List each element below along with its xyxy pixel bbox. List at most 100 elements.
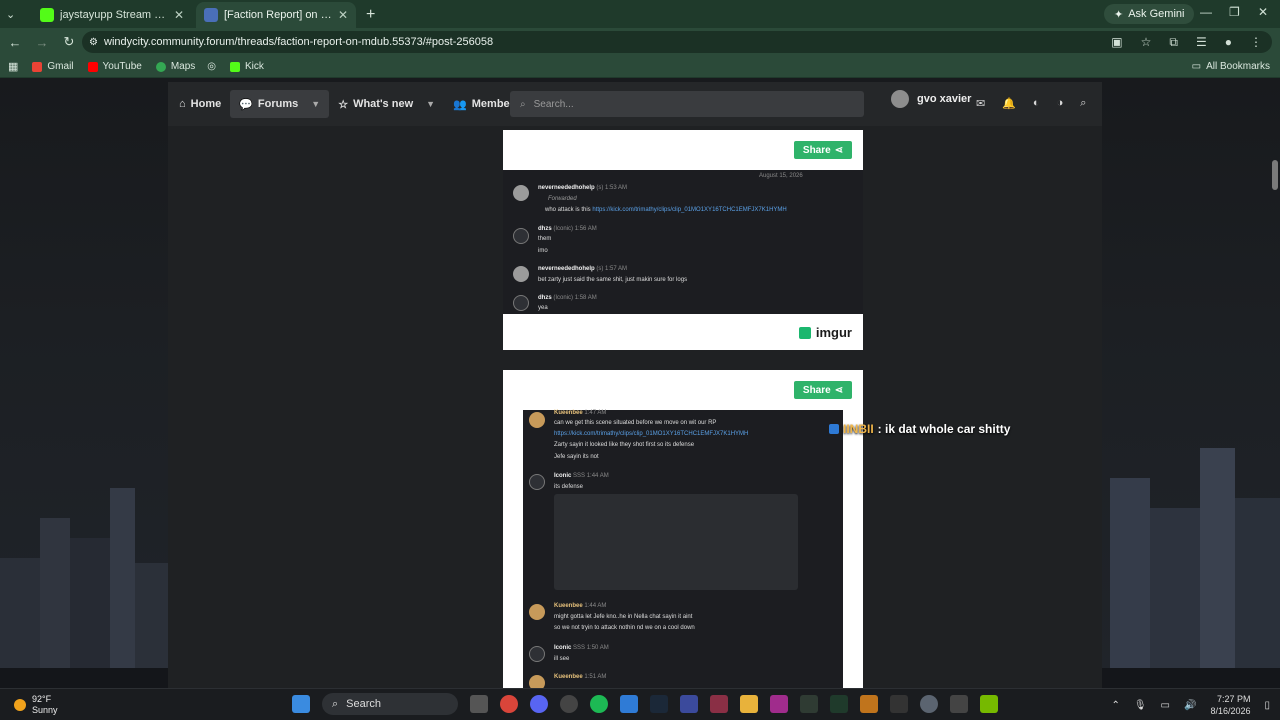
app-icon[interactable] (830, 695, 848, 713)
media-icon[interactable]: ☰ (1196, 35, 1207, 50)
badge-icon (829, 424, 839, 434)
app-icon[interactable] (890, 695, 908, 713)
tab-title: jaystayupp Stream - Watch Live (60, 9, 168, 21)
bookmark-youtube[interactable]: YouTube (87, 61, 142, 72)
gemini-icon: ✦ (1114, 8, 1124, 21)
close-window-icon[interactable]: ✕ (1258, 5, 1268, 19)
settings-icon[interactable] (920, 695, 938, 713)
nvidia-icon[interactable] (980, 695, 998, 713)
chat-username: IINBII (843, 422, 874, 436)
bookmark-label: Maps (170, 61, 196, 72)
username: gvo xavier (917, 93, 972, 105)
forward-icon[interactable]: → (30, 35, 54, 50)
chrome-icon[interactable] (500, 695, 518, 713)
message-text: can we get this scene situated before we… (554, 420, 717, 426)
avatar (529, 474, 545, 490)
app-icon[interactable] (770, 695, 788, 713)
weather-widget[interactable]: 92°F Sunny (14, 694, 58, 716)
start-icon[interactable] (292, 695, 310, 713)
network-icon[interactable]: ▭ (1161, 700, 1170, 711)
app-icon[interactable] (680, 695, 698, 713)
message-text: who attack is this https://kick.com/trim… (545, 207, 787, 213)
share-label: Share (802, 384, 831, 396)
bell-icon[interactable]: 🔔 (1002, 97, 1016, 110)
bookmark-star-icon[interactable]: ☆ (1141, 35, 1152, 50)
scrollbar[interactable] (1272, 160, 1278, 190)
close-tab-icon[interactable]: ✕ (338, 8, 348, 22)
extensions-icon[interactable]: ⧉ (1169, 35, 1178, 50)
photos-icon[interactable] (620, 695, 638, 713)
forum-search-input[interactable]: ⌕ Search... (510, 91, 864, 117)
user-menu[interactable]: gvo xavier (891, 90, 971, 108)
theme-icon[interactable]: ◑ (1057, 97, 1064, 110)
timestamp: 1:44 AM (584, 603, 607, 609)
site-info-icon[interactable]: ⚙ (89, 37, 98, 48)
apps-grid-icon[interactable]: ▦ (8, 60, 18, 73)
members-icon: 👥 (453, 98, 467, 111)
bookmark-gmail[interactable]: Gmail (32, 61, 74, 72)
new-tab-button[interactable]: + (356, 6, 385, 28)
author: dhzs (538, 226, 552, 232)
task-view-icon[interactable] (470, 695, 488, 713)
notification-icon[interactable]: ▯ (1264, 700, 1270, 711)
search-icon: ⌕ (332, 697, 339, 710)
page-viewport: ⌂ Home 💬 Forums ▼ ☆ What's new ▼ 👥 Membe… (0, 78, 1280, 688)
forum-navbar: ⌂ Home 💬 Forums ▼ ☆ What's new ▼ 👥 Membe… (168, 82, 1102, 126)
nav-whats-new-label: What's new (353, 98, 414, 110)
tab-strip: ⌄ jaystayupp Stream - Watch Live ✕ [Fact… (0, 0, 1280, 28)
tab-search-icon[interactable]: ⌄ (6, 8, 28, 21)
taskbar-search[interactable]: ⌕ Search (322, 693, 458, 715)
globe-icon[interactable]: ◎ (207, 61, 216, 72)
app-icon[interactable] (950, 695, 968, 713)
message-text: so we not tryin to attack nothin nd we o… (554, 625, 695, 631)
nav-forums[interactable]: 💬 Forums ▼ (230, 90, 330, 118)
nav-whats-new[interactable]: ☆ What's new ▼ (329, 90, 444, 118)
message-text: Jefe sayin its not (554, 454, 599, 460)
back-icon[interactable]: ← (3, 35, 27, 50)
app-icon[interactable] (860, 695, 878, 713)
install-icon[interactable]: ▣ (1111, 35, 1122, 50)
chevron-down-icon[interactable]: ▼ (311, 99, 320, 109)
close-tab-icon[interactable]: ✕ (174, 8, 184, 22)
restore-icon[interactable]: ❐ (1229, 5, 1240, 19)
all-bookmarks[interactable]: ▭ All Bookmarks (1192, 61, 1270, 72)
imgur-logo: imgur (798, 325, 852, 340)
folder-icon: ▭ (1191, 61, 1202, 72)
tab-kick-stream[interactable]: jaystayupp Stream - Watch Live ✕ (32, 2, 192, 28)
author: neverneededhohelp (538, 266, 595, 272)
bookmark-kick[interactable]: Kick (230, 61, 264, 72)
steam-icon[interactable] (650, 695, 668, 713)
share-button[interactable]: Share ⋖ (794, 381, 852, 399)
spotify-icon[interactable] (590, 695, 608, 713)
discord-icon[interactable] (530, 695, 548, 713)
search-icon[interactable]: ⌕ (1080, 97, 1086, 110)
folder-icon[interactable] (740, 695, 758, 713)
bookmark-label: Kick (245, 61, 264, 72)
address-bar[interactable]: ⚙ windycity.community.forum/threads/fact… (82, 31, 1272, 53)
obs-icon[interactable] (560, 695, 578, 713)
nav-home[interactable]: ⌂ Home (170, 90, 230, 118)
chevron-up-icon[interactable]: ⌃ (1111, 700, 1119, 711)
bookmark-maps[interactable]: Maps (155, 61, 196, 72)
clip-link[interactable]: https://kick.com/trimathy/clips/clip_01M… (554, 431, 748, 437)
volume-icon[interactable]: 🔊 (1184, 700, 1196, 711)
reload-icon[interactable]: ↻ (57, 34, 81, 50)
mic-icon[interactable]: 🎙 (1134, 700, 1147, 711)
clock[interactable]: 7:27 PM 8/16/2026 (1210, 693, 1250, 717)
tab-forum[interactable]: [Faction Report] on Mdub | Win ✕ (196, 2, 356, 28)
profile-avatar-icon[interactable]: ● (1225, 35, 1232, 50)
terminal-icon[interactable] (800, 695, 818, 713)
taskbar-search-label: Search (346, 698, 382, 710)
ask-gemini-button[interactable]: ✦ Ask Gemini (1104, 4, 1195, 24)
taskbar: 92°F Sunny ⌕ Search ⌃ 🎙 ▭ 🔊 7:27 PM 8/16… (0, 688, 1280, 720)
share-button[interactable]: Share ⋖ (794, 141, 852, 159)
winrar-icon[interactable] (710, 695, 728, 713)
kick-icon (230, 61, 241, 72)
inbox-icon[interactable]: ✉ (976, 97, 985, 110)
menu-icon[interactable]: ⋮ (1250, 35, 1262, 50)
chevron-down-icon[interactable]: ▼ (426, 99, 435, 109)
clip-link[interactable]: https://kick.com/trimathy/clips/clip_01M… (592, 207, 786, 213)
toggle-icon[interactable]: ◐ (1033, 97, 1040, 110)
minimize-icon[interactable]: — (1200, 5, 1212, 19)
gmail-icon (32, 61, 43, 72)
